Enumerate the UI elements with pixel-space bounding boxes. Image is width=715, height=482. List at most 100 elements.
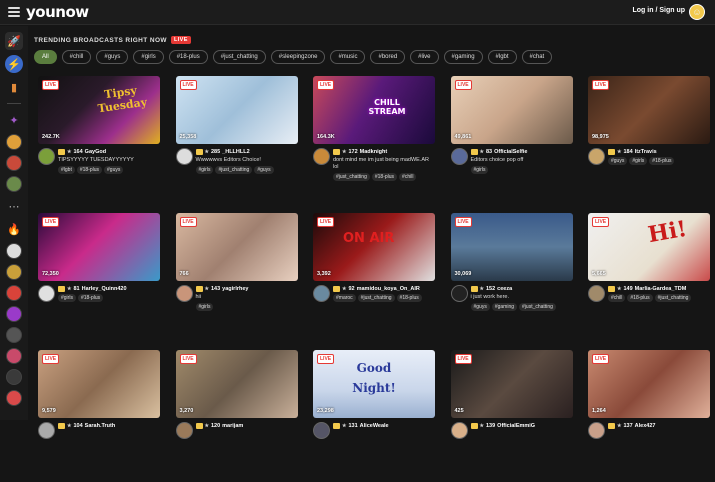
- tag-pill[interactable]: #chill: [399, 173, 417, 181]
- broadcaster-avatar[interactable]: [175, 422, 193, 439]
- tag-pill[interactable]: #18-plus: [76, 166, 103, 174]
- tag-pill[interactable]: #lgbt: [58, 166, 75, 174]
- tag-pill[interactable]: #girls: [58, 294, 76, 302]
- rocket-icon[interactable]: 🚀: [5, 32, 23, 50]
- broadcaster-avatar[interactable]: [313, 148, 330, 165]
- tag-pill[interactable]: #just_chatting: [215, 166, 253, 174]
- broadcast-thumbnail[interactable]: LIVE ON AIR 3,392: [313, 213, 435, 281]
- broadcaster-name[interactable]: Madknight: [360, 149, 388, 155]
- tag-chip[interactable]: #lgbt: [487, 50, 517, 64]
- login-signup-link[interactable]: Log in / Sign up: [633, 7, 686, 14]
- leaderboard-icon[interactable]: ▮: [5, 78, 23, 96]
- broadcaster-avatar[interactable]: [175, 285, 193, 302]
- broadcast-thumbnail[interactable]: LIVE 1,264: [588, 350, 710, 418]
- tag-pill[interactable]: #guys: [608, 157, 628, 165]
- tag-chip[interactable]: #guys: [96, 50, 129, 64]
- tag-pill[interactable]: #girls: [195, 303, 214, 311]
- broadcaster-avatar[interactable]: [313, 422, 330, 439]
- lightning-icon[interactable]: ⚡: [5, 55, 23, 73]
- tag-pill[interactable]: #18-plus: [77, 294, 104, 302]
- broadcast-thumbnail[interactable]: LIVE 98,975: [588, 76, 710, 144]
- sidebar-avatar[interactable]: [6, 243, 22, 259]
- tag-pill[interactable]: #girls: [195, 166, 214, 174]
- tag-chip[interactable]: #18-plus: [168, 50, 208, 64]
- broadcast-card[interactable]: LIVE 30,069 ★ 152 ceeza i just work here. #guy…: [450, 213, 573, 345]
- tag-chip[interactable]: All: [34, 50, 57, 64]
- broadcast-thumbnail[interactable]: LIVE 49,861: [450, 76, 573, 144]
- tag-pill[interactable]: #18-plus: [396, 294, 422, 302]
- tag-pill[interactable]: #chill: [608, 294, 626, 302]
- broadcaster-avatar[interactable]: [450, 148, 468, 165]
- broadcaster-avatar[interactable]: [313, 285, 330, 302]
- broadcast-card[interactable]: LIVE Hi! 5,665 ★ 149 Marlia-Gardea_TDM #chill #…: [588, 213, 710, 345]
- tag-pill[interactable]: #18-plus: [627, 294, 653, 302]
- tag-pill[interactable]: #just_chatting: [519, 303, 556, 311]
- broadcast-card[interactable]: LIVE Good Night! 23,298 ★ 131 AliceWeale: [313, 350, 435, 482]
- broadcaster-name[interactable]: Alex427: [635, 423, 656, 429]
- more-icon[interactable]: ⋯: [5, 197, 23, 215]
- broadcaster-name[interactable]: GayGod: [85, 149, 106, 155]
- tag-pill[interactable]: #just_chatting: [357, 294, 395, 302]
- sidebar-avatar[interactable]: [6, 390, 22, 406]
- tag-chip[interactable]: #gaming: [443, 50, 483, 64]
- broadcast-card[interactable]: LIVE 425 ★ 139 OfficialEmmiG: [450, 350, 573, 482]
- tag-pill[interactable]: #guys: [254, 166, 274, 174]
- broadcaster-avatar[interactable]: [38, 285, 55, 302]
- sidebar-avatar[interactable]: [6, 176, 22, 192]
- broadcast-card[interactable]: LIVE 766 ★ 143 yagirlrhey hii #girls: [175, 213, 298, 345]
- broadcaster-name[interactable]: mamidou_koya_On_AIR: [357, 286, 420, 292]
- broadcast-thumbnail[interactable]: LIVE CHILL STREAM 164.3K: [313, 76, 435, 144]
- tag-pill[interactable]: #girls: [629, 157, 648, 165]
- tag-pill[interactable]: #guys: [104, 166, 124, 174]
- tag-pill[interactable]: #gaming: [491, 303, 518, 311]
- broadcast-thumbnail[interactable]: LIVE 30,069: [450, 213, 573, 281]
- broadcaster-avatar[interactable]: [450, 285, 468, 302]
- tag-pill[interactable]: #18-plus: [649, 157, 675, 165]
- broadcast-thumbnail[interactable]: LIVE 25,358: [175, 76, 298, 144]
- tag-pill[interactable]: #just_chatting: [333, 173, 370, 181]
- younow-logo[interactable]: younow: [26, 3, 89, 21]
- broadcast-card[interactable]: LIVE 3,270 ★ 120 marijam: [175, 350, 298, 482]
- broadcaster-avatar[interactable]: [450, 422, 468, 439]
- menu-icon[interactable]: [8, 7, 20, 17]
- tag-chip[interactable]: #bored: [370, 50, 406, 64]
- fire-icon[interactable]: 🔥: [5, 220, 23, 238]
- broadcast-card[interactable]: LIVE 9,579 ★ 104 Sarah.Truth: [38, 350, 160, 482]
- sidebar-avatar[interactable]: [6, 348, 22, 364]
- tag-pill[interactable]: #guys: [470, 303, 490, 311]
- broadcaster-avatar[interactable]: [588, 422, 605, 439]
- broadcaster-name[interactable]: _HLLHLL2: [222, 149, 250, 155]
- broadcaster-avatar[interactable]: [38, 422, 55, 439]
- user-avatar[interactable]: ☺: [689, 4, 705, 20]
- broadcast-card[interactable]: LIVE 25,358 ★ 285 _HLLHLL2 Wwwwwvs Editors Ch…: [175, 76, 298, 208]
- broadcast-card[interactable]: LIVE 98,975 ★ 184 ItzTravis #guys #girls #18-pl…: [588, 76, 710, 208]
- broadcaster-name[interactable]: yagirlrhey: [222, 286, 248, 292]
- broadcaster-avatar[interactable]: [588, 148, 605, 165]
- moments-icon[interactable]: ✦: [5, 111, 23, 129]
- broadcaster-name[interactable]: Harley_Quinn420: [82, 286, 127, 292]
- broadcast-card[interactable]: LIVE Tipsy Tuesday 242.7K ★ 164 GayGod TIPSYYY…: [38, 76, 160, 208]
- tag-chip[interactable]: #sleepingzone: [270, 50, 326, 64]
- broadcast-thumbnail[interactable]: LIVE 3,270: [175, 350, 298, 418]
- tag-chip[interactable]: #just_chatting: [212, 50, 266, 64]
- broadcaster-name[interactable]: OfficialSelfie: [494, 149, 527, 155]
- tag-pill[interactable]: #girls: [470, 166, 489, 174]
- broadcaster-name[interactable]: Sarah.Truth: [85, 423, 116, 429]
- broadcaster-name[interactable]: AliceWeale: [360, 423, 389, 429]
- broadcaster-avatar[interactable]: [38, 148, 55, 165]
- sidebar-avatar[interactable]: [6, 155, 22, 171]
- broadcaster-name[interactable]: ItzTravis: [635, 149, 657, 155]
- broadcast-card[interactable]: LIVE 72,350 ★ 81 Harley_Quinn420 #girls #18-pl…: [38, 213, 160, 345]
- broadcaster-avatar[interactable]: [588, 285, 605, 302]
- tag-chip[interactable]: #live: [410, 50, 439, 64]
- tag-pill[interactable]: #18-plus: [371, 173, 398, 181]
- tag-chip[interactable]: #girls: [133, 50, 164, 64]
- broadcast-card[interactable]: LIVE 1,264 ★ 137 Alex427: [588, 350, 710, 482]
- tag-pill[interactable]: #maroc: [333, 294, 356, 302]
- sidebar-avatar[interactable]: [6, 264, 22, 280]
- broadcaster-name[interactable]: marijam: [222, 423, 243, 429]
- tag-chip[interactable]: #music: [330, 50, 366, 64]
- sidebar-avatar[interactable]: [6, 134, 22, 150]
- broadcast-thumbnail[interactable]: LIVE 425: [450, 350, 573, 418]
- broadcast-thumbnail[interactable]: LIVE 72,350: [38, 213, 160, 281]
